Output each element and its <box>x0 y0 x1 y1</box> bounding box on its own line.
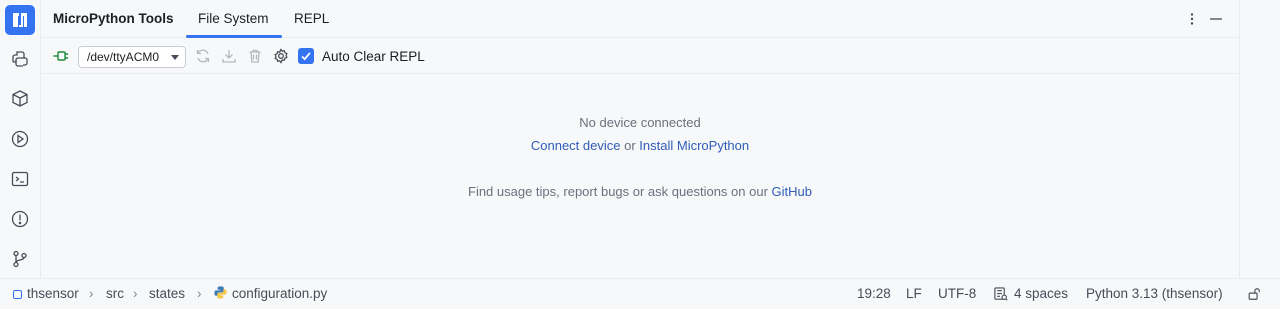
usage-tips-line: Find usage tips, report bugs or ask ques… <box>41 184 1239 199</box>
micropython-logo-icon[interactable] <box>5 5 35 35</box>
chevron-right-icon: › <box>197 286 202 301</box>
device-select[interactable]: /dev/ttyACM0 <box>78 46 186 68</box>
python-packages-icon[interactable] <box>7 86 33 112</box>
lock-icon[interactable] <box>1247 287 1261 304</box>
indent-icon <box>993 286 1008 304</box>
connect-plug-icon[interactable] <box>52 47 70 65</box>
install-micropython-link[interactable]: Install MicroPython <box>639 138 749 153</box>
empty-state-panel: No device connected Connect device or In… <box>41 74 1239 278</box>
terminal-icon[interactable] <box>7 166 33 192</box>
tool-window-header: MicroPython Tools File System REPL <box>41 0 1239 38</box>
python-console-icon[interactable] <box>7 46 33 72</box>
tab-file-system[interactable]: File System <box>198 11 269 26</box>
indent-setting[interactable]: 4 spaces <box>1014 286 1068 301</box>
caret-position[interactable]: 19:28 <box>857 286 891 301</box>
breadcrumb-item-src[interactable]: src <box>106 286 124 301</box>
usage-tips-text: Find usage tips, report bugs or ask ques… <box>468 184 768 199</box>
git-icon[interactable] <box>7 246 33 272</box>
no-device-message: No device connected <box>579 115 701 130</box>
file-system-toolbar: /dev/ttyACM0 Auto Clear REPL <box>41 38 1239 74</box>
module-icon <box>13 290 22 299</box>
delete-icon[interactable] <box>246 47 264 65</box>
more-options-icon[interactable] <box>1183 10 1201 28</box>
refresh-icon[interactable] <box>194 47 212 65</box>
auto-clear-label[interactable]: Auto Clear REPL <box>322 49 425 64</box>
auto-clear-checkbox[interactable] <box>298 48 314 64</box>
check-icon <box>301 52 311 61</box>
tab-repl[interactable]: REPL <box>294 11 329 26</box>
micropython-tool-window: MicroPython Tools File System REPL /dev/… <box>41 0 1239 278</box>
or-text: or <box>624 138 636 153</box>
left-tool-strip <box>0 0 41 278</box>
python-interpreter[interactable]: Python 3.13 (thsensor) <box>1086 286 1223 301</box>
breadcrumb-item-file[interactable]: configuration.py <box>232 286 327 301</box>
device-select-value: /dev/ttyACM0 <box>87 50 160 64</box>
minimize-icon[interactable] <box>1207 10 1225 28</box>
status-bar: thsensor › src › states › configuration.… <box>0 278 1280 309</box>
download-icon[interactable] <box>220 47 238 65</box>
tool-window-title: MicroPython Tools <box>53 11 174 26</box>
chevron-right-icon: › <box>133 286 138 301</box>
file-encoding[interactable]: UTF-8 <box>938 286 976 301</box>
connect-device-link[interactable]: Connect device <box>531 138 621 153</box>
breadcrumb-item-states[interactable]: states <box>149 286 185 301</box>
chevron-right-icon: › <box>89 286 94 301</box>
connect-actions-line: Connect device or Install MicroPython <box>41 138 1239 153</box>
gear-icon[interactable] <box>272 47 290 65</box>
github-link[interactable]: GitHub <box>772 184 812 199</box>
chevron-down-icon <box>171 55 179 60</box>
right-tool-strip <box>1239 0 1280 278</box>
line-separator[interactable]: LF <box>906 286 922 301</box>
problems-icon[interactable] <box>7 206 33 232</box>
breadcrumb-item-project[interactable]: thsensor <box>27 286 79 301</box>
run-icon[interactable] <box>7 126 33 152</box>
python-file-icon <box>213 285 228 303</box>
